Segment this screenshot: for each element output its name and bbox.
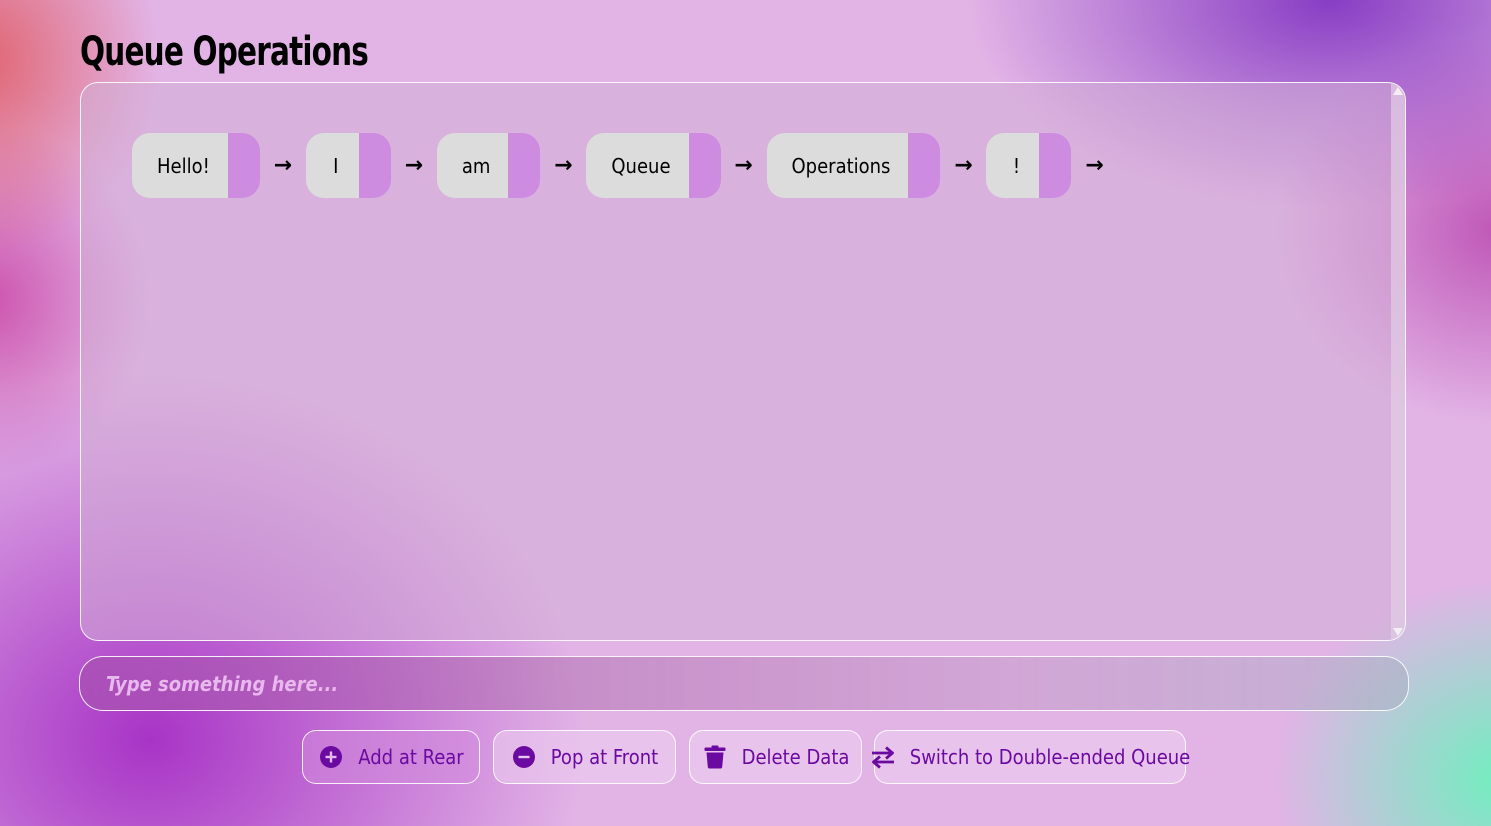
trash-icon	[702, 744, 728, 770]
queue-node: Queue	[586, 133, 721, 198]
next-arrow: →	[734, 153, 753, 178]
queue-node: Operations	[766, 133, 941, 198]
queue-node-pointer	[908, 133, 941, 198]
queue-node-pointer	[1039, 133, 1072, 198]
switch-deque-label: Switch to Double-ended Queue	[909, 745, 1191, 769]
scroll-up-icon[interactable]	[1393, 87, 1403, 95]
queue-node: I	[305, 133, 391, 198]
queue-node-value: !	[986, 133, 1040, 198]
queue-display-panel: Hello! → I → am → Queue → Operations → !…	[80, 82, 1406, 641]
pop-at-front-label: Pop at Front	[550, 745, 659, 769]
delete-data-label: Delete Data	[741, 745, 850, 769]
pop-at-front-button[interactable]: Pop at Front	[493, 730, 676, 784]
queue-node-pointer	[358, 133, 391, 198]
add-at-rear-button[interactable]: Add at Rear	[302, 730, 480, 784]
plus-circle-icon	[318, 744, 344, 770]
swap-arrows-icon	[870, 744, 896, 770]
queue-node-pointer	[688, 133, 721, 198]
queue-node-value: Queue	[586, 133, 689, 198]
next-arrow: →	[273, 153, 293, 178]
switch-deque-button[interactable]: Switch to Double-ended Queue	[871, 730, 1190, 784]
queue-row: Hello! → I → am → Queue → Operations → !…	[132, 133, 1117, 198]
data-input[interactable]	[79, 656, 1409, 711]
page-title: Queue Operations	[80, 29, 369, 75]
queue-node: Hello!	[132, 133, 260, 198]
next-arrow: →	[404, 153, 424, 178]
add-at-rear-label: Add at Rear	[358, 745, 464, 769]
queue-node-value: I	[305, 133, 359, 198]
queue-node-value: am	[436, 133, 509, 198]
next-arrow: →	[954, 153, 973, 178]
scroll-down-icon[interactable]	[1393, 628, 1403, 636]
vertical-scrollbar[interactable]	[1391, 83, 1405, 640]
queue-node-pointer	[508, 133, 541, 198]
next-arrow: →	[1085, 153, 1104, 178]
next-arrow: →	[554, 153, 573, 178]
minus-circle-icon	[511, 744, 537, 770]
queue-node-value: Operations	[766, 133, 909, 198]
queue-node-value: Hello!	[132, 133, 228, 198]
queue-node: am	[436, 133, 541, 198]
queue-node-pointer	[227, 133, 260, 198]
queue-node: !	[986, 133, 1072, 198]
delete-data-button[interactable]: Delete Data	[689, 730, 862, 784]
